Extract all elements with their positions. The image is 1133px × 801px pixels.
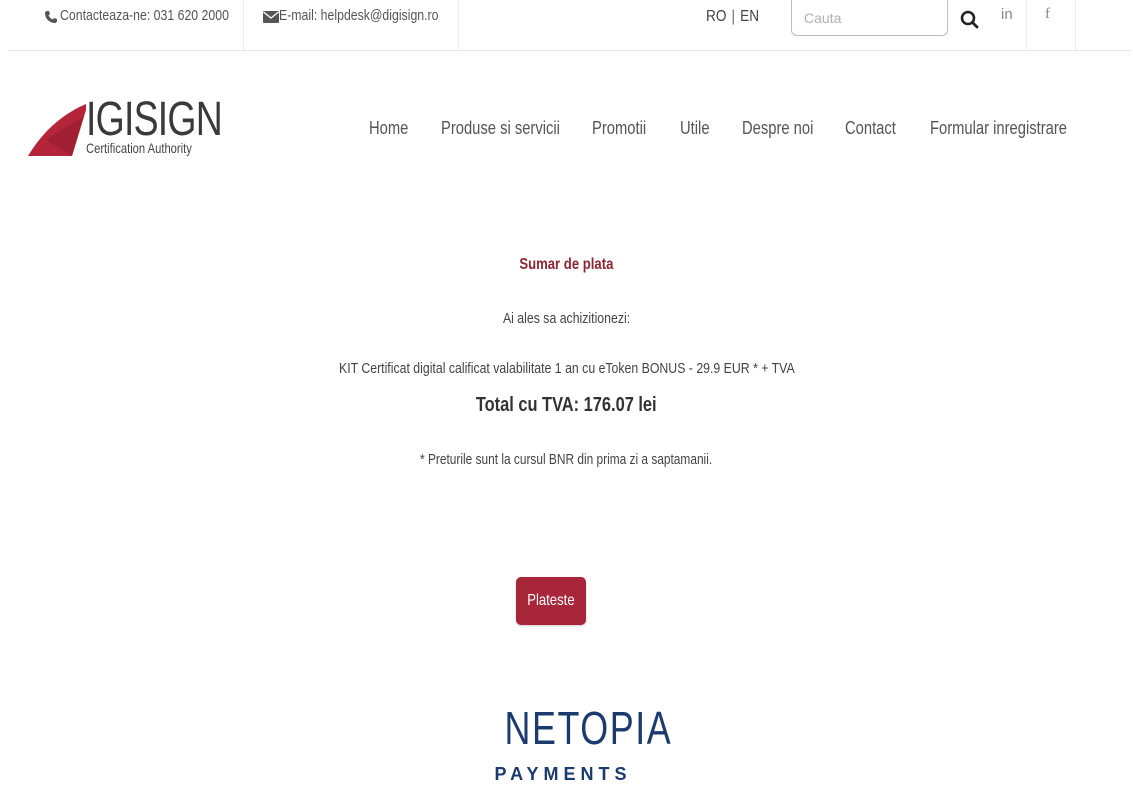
logo-mark-icon xyxy=(28,104,86,156)
nav-formular-inregistrare[interactable]: Formular inregistrare xyxy=(930,118,1067,139)
product-line: KIT Certificat digital calificat valabil… xyxy=(0,360,1133,377)
language-switch: RO | EN xyxy=(706,8,759,26)
netopia-payments-text: PAYMENTS xyxy=(494,764,632,784)
price-note: * Preturile sunt la cursul BNR din prima… xyxy=(0,452,1133,468)
payment-summary-title: Sumar de plata xyxy=(0,256,1133,274)
top-bar: Contacteaza-ne: 031 620 2000 E-mail: hel… xyxy=(8,0,1131,51)
lang-ro-link[interactable]: RO xyxy=(706,8,726,25)
payment-summary-title-text: Sumar de plata xyxy=(519,256,614,273)
summary-intro: Ai ales sa achizitionezi: xyxy=(0,310,1133,327)
nav-utile[interactable]: Utile xyxy=(680,118,710,139)
search-icon[interactable] xyxy=(958,8,982,32)
email-cell: E-mail: helpdesk@digisign.ro xyxy=(243,0,459,50)
email-contact[interactable]: E-mail: helpdesk@digisign.ro xyxy=(279,7,438,24)
search-input[interactable] xyxy=(791,0,948,36)
total-with-vat: Total cu TVA: 176.07 lei xyxy=(0,394,1133,417)
price-note-text: * Preturile sunt la cursul BNR din prima… xyxy=(420,452,713,468)
product-line-text: KIT Certificat digital calificat valabil… xyxy=(338,360,795,377)
nav-promotii[interactable]: Promotii xyxy=(592,118,646,139)
summary-intro-text: Ai ales sa achizitionezi: xyxy=(502,310,631,327)
pay-button[interactable]: Plateste xyxy=(516,577,586,625)
pay-button-label: Plateste xyxy=(527,592,575,609)
facebook-cell: f xyxy=(1026,0,1076,50)
lang-separator: | xyxy=(731,8,736,25)
nav-produse-si-servicii[interactable]: Produse si servicii xyxy=(441,118,560,139)
logo-wordmark: IGISIGN xyxy=(86,93,223,146)
netopia-brand: NETOPIA xyxy=(504,702,673,754)
nav-home[interactable]: Home xyxy=(369,118,408,139)
nav-despre-noi[interactable]: Despre noi xyxy=(742,118,813,139)
digisign-logo[interactable]: IGISIGN Certification Authority xyxy=(26,96,223,160)
phone-cell: Contacteaza-ne: 031 620 2000 xyxy=(8,0,244,50)
linkedin-icon[interactable]: in xyxy=(1001,6,1013,23)
envelope-icon xyxy=(263,11,279,23)
phone-icon xyxy=(45,11,57,23)
facebook-icon[interactable]: f xyxy=(1045,6,1050,23)
logo-subtitle: Certification Authority xyxy=(86,140,192,156)
total-with-vat-text: Total cu TVA: 176.07 lei xyxy=(476,394,657,416)
phone-contact: Contacteaza-ne: 031 620 2000 xyxy=(60,7,229,24)
netopia-payments-logo: NETOPIA PAYMENTS xyxy=(488,702,673,801)
nav-contact[interactable]: Contact xyxy=(845,118,896,139)
lang-en-link[interactable]: EN xyxy=(740,8,759,25)
